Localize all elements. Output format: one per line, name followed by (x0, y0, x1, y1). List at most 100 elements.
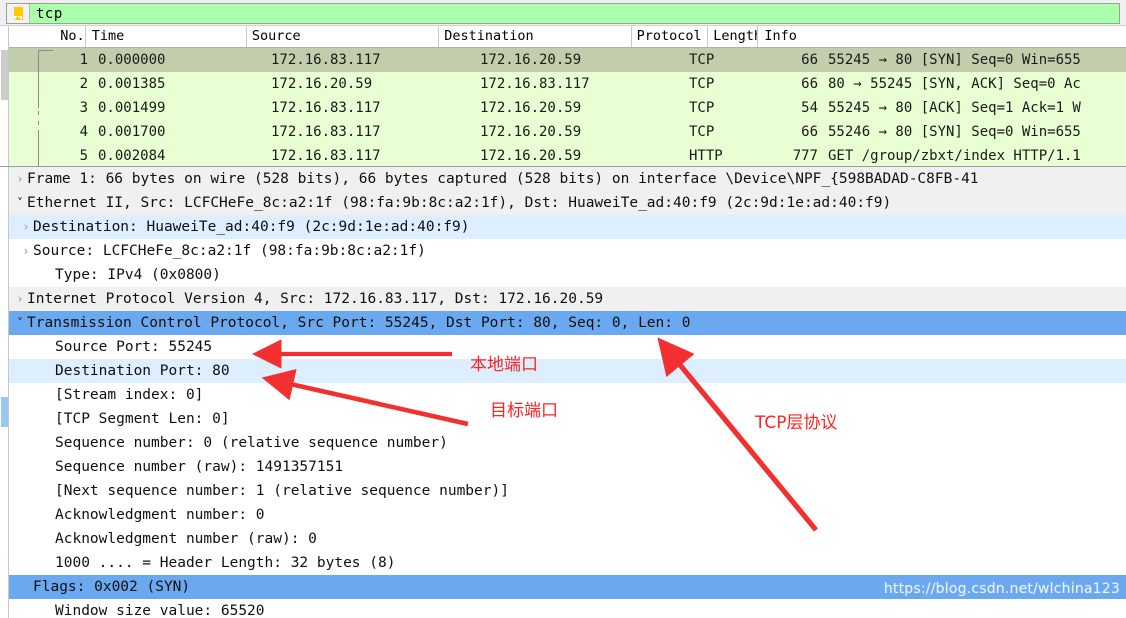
detail-tree-label: Sequence number (raw): 1491357151 (55, 459, 344, 475)
cell-info: 55245 → 80 [SYN] Seq=0 Win=655 (828, 52, 1081, 68)
cell-length: 66 (801, 76, 818, 92)
detail-tree-row[interactable]: 1000 .... = Header Length: 32 bytes (8) (9, 551, 1126, 575)
cell-info: GET /group/zbxt/index HTTP/1.1 (828, 148, 1081, 164)
cell-source: 172.16.83.117 (271, 100, 381, 116)
detail-tree-label: Type: IPv4 (0x0800) (55, 267, 221, 283)
chevron-right-icon[interactable]: › (19, 575, 33, 599)
cell-source: 172.16.20.59 (271, 76, 373, 92)
detail-tree-row[interactable]: › Internet Protocol Version 4, Src: 172.1… (9, 287, 1126, 311)
cell-destination: 172.16.20.59 (480, 52, 582, 68)
chevron-right-icon[interactable]: › (19, 239, 33, 263)
detail-tree-row[interactable]: Sequence number: 0 (relative sequence nu… (9, 431, 1126, 455)
packet-list-header: No. Time Source Destination Protocol Len… (9, 26, 1126, 48)
detail-tree-row[interactable]: Acknowledgment number (raw): 0 (9, 527, 1126, 551)
filter-bookmark-button[interactable] (7, 4, 30, 23)
cell-source: 172.16.83.117 (271, 124, 381, 140)
detail-tree-label: Internet Protocol Version 4, Src: 172.16… (27, 291, 604, 307)
packet-details-scrollbar[interactable] (0, 167, 9, 618)
cell-destination: 172.16.83.117 (480, 76, 590, 92)
cell-length: 54 (801, 100, 818, 116)
detail-tree-label: Window size value: 65520 (55, 603, 265, 618)
detail-tree-label: [Stream index: 0] (55, 387, 204, 403)
packet-row[interactable]: 5 0.002084 172.16.83.117 172.16.20.59 HTTP 77… (9, 144, 1126, 166)
detail-tree-row[interactable]: ˅ Transmission Control Protocol, Src Port… (9, 311, 1126, 335)
cell-info: 55246 → 80 [SYN] Seq=0 Win=655 (828, 124, 1081, 140)
chevron-right-icon[interactable]: › (13, 167, 27, 191)
column-header-length[interactable]: Length (708, 26, 759, 47)
cell-destination: 172.16.20.59 (480, 148, 582, 164)
cell-no: 3 (79, 100, 88, 116)
packet-list-rows: 1 0.000000 172.16.83.117 172.16.20.59 TCP 66 5… (9, 48, 1126, 166)
cell-protocol: TCP (689, 76, 715, 92)
cell-info: 80 → 55245 [SYN, ACK] Seq=0 Ac (828, 76, 1081, 92)
detail-tree-label: Sequence number: 0 (relative sequence nu… (55, 435, 448, 451)
detail-tree-row[interactable]: Acknowledgment number: 0 (9, 503, 1126, 527)
packet-relation-indicator (38, 50, 53, 166)
detail-tree-row[interactable]: [Next sequence number: 1 (relative seque… (9, 479, 1126, 503)
column-header-source[interactable]: Source (247, 26, 440, 47)
detail-tree-row[interactable]: Window size value: 65520 (9, 599, 1126, 618)
cell-no: 1 (79, 52, 88, 68)
detail-tree-label: Destination Port: 80 (55, 363, 230, 379)
detail-tree-label: [Next sequence number: 1 (relative seque… (55, 483, 509, 499)
packet-row[interactable]: 1 0.000000 172.16.83.117 172.16.20.59 TCP 66 5… (9, 48, 1126, 72)
packet-list-pane: No. Time Source Destination Protocol Len… (0, 26, 1126, 167)
wireshark-window: No. Time Source Destination Protocol Len… (0, 0, 1126, 618)
column-header-no[interactable]: No. (9, 26, 86, 47)
column-header-time[interactable]: Time (86, 26, 247, 47)
packet-row[interactable]: 2 0.001385 172.16.20.59 172.16.83.117 TCP 66 8… (9, 72, 1126, 96)
detail-tree-row[interactable]: Source Port: 55245 (9, 335, 1126, 359)
watermark-text: https://blog.csdn.net/wlchina123 (883, 581, 1120, 597)
column-header-info[interactable]: Info (758, 26, 1126, 47)
column-header-destination[interactable]: Destination (439, 26, 632, 47)
detail-tree-label: Frame 1: 66 bytes on wire (528 bits), 66… (27, 171, 979, 187)
cell-no: 5 (79, 148, 88, 164)
display-filter-input[interactable] (30, 4, 1119, 23)
cell-length: 777 (792, 148, 818, 164)
detail-tree-row[interactable]: Destination Port: 80 (9, 359, 1126, 383)
cell-no: 4 (79, 124, 88, 140)
packet-row[interactable]: 4 0.001700 172.16.83.117 172.16.20.59 TCP 66 5… (9, 120, 1126, 144)
detail-tree-label: Source Port: 55245 (55, 339, 213, 355)
cell-info: 55245 → 80 [ACK] Seq=1 Ack=1 W (828, 100, 1081, 116)
packet-list-scroll-thumb[interactable] (1, 50, 8, 100)
cell-time: 0.001700 (98, 124, 166, 140)
detail-tree-row[interactable]: ˅ Ethernet II, Src: LCFCHeFe_8c:a2:1f (98… (9, 191, 1126, 215)
packet-details-rows: › Frame 1: 66 bytes on wire (528 bits), 6… (9, 167, 1126, 618)
cell-time: 0.002084 (98, 148, 166, 164)
chevron-down-icon[interactable]: ˅ (13, 191, 27, 215)
detail-tree-label: Ethernet II, Src: LCFCHeFe_8c:a2:1f (98:… (27, 195, 892, 211)
detail-tree-label: Flags: 0x002 (SYN) (33, 579, 191, 595)
detail-tree-row[interactable]: › Destination: HuaweiTe_ad:40:f9 (2c:9d:1… (9, 215, 1126, 239)
cell-length: 66 (801, 52, 818, 68)
packet-list-scrollbar[interactable] (0, 26, 9, 166)
detail-tree-label: Transmission Control Protocol, Src Port:… (27, 315, 691, 331)
detail-tree-row[interactable]: [TCP Segment Len: 0] (9, 407, 1126, 431)
chevron-down-icon[interactable]: ˅ (13, 311, 27, 335)
detail-tree-label: [TCP Segment Len: 0] (55, 411, 230, 427)
display-filter-container[interactable] (6, 3, 1120, 24)
detail-tree-label: Source: LCFCHeFe_8c:a2:1f (98:fa:9b:8c:a… (33, 243, 426, 259)
detail-tree-label: Acknowledgment number (raw): 0 (55, 531, 317, 547)
packet-row[interactable]: 3 0.001499 172.16.83.117 172.16.20.59 TCP 54 5… (9, 96, 1126, 120)
chevron-right-icon[interactable]: › (13, 287, 27, 311)
chevron-right-icon[interactable]: › (19, 215, 33, 239)
detail-tree-row[interactable]: › Source: LCFCHeFe_8c:a2:1f (98:fa:9b:8c:… (9, 239, 1126, 263)
detail-tree-row[interactable]: [Stream index: 0] (9, 383, 1126, 407)
cell-no: 2 (79, 76, 88, 92)
detail-tree-label: Destination: HuaweiTe_ad:40:f9 (2c:9d:1e… (33, 219, 470, 235)
packet-details-scroll-thumb[interactable] (1, 397, 8, 427)
cell-source: 172.16.83.117 (271, 52, 381, 68)
detail-tree-row[interactable]: Type: IPv4 (0x0800) (9, 263, 1126, 287)
column-header-protocol[interactable]: Protocol (632, 26, 709, 47)
packet-details-pane: › Frame 1: 66 bytes on wire (528 bits), 6… (0, 167, 1126, 618)
cell-protocol: TCP (689, 124, 715, 140)
detail-tree-label: 1000 .... = Header Length: 32 bytes (8) (55, 555, 396, 571)
detail-tree-row[interactable]: › Frame 1: 66 bytes on wire (528 bits), 6… (9, 167, 1126, 191)
cell-destination: 172.16.20.59 (480, 124, 582, 140)
cell-source: 172.16.83.117 (271, 148, 381, 164)
cell-protocol: HTTP (689, 148, 723, 164)
bookmark-icon (13, 7, 23, 20)
detail-tree-row[interactable]: Sequence number (raw): 1491357151 (9, 455, 1126, 479)
cell-length: 66 (801, 124, 818, 140)
